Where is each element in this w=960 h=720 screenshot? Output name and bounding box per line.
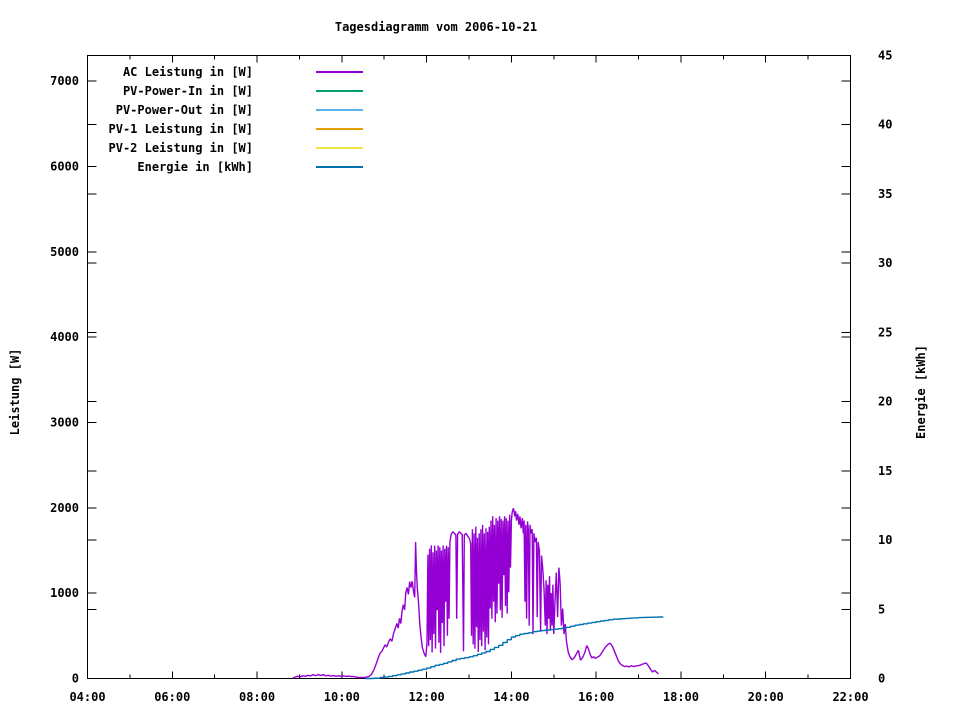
legend-item-label: PV-2 Leistung in [W] xyxy=(108,140,254,155)
legend-item: AC Leistung in [W] xyxy=(87,62,363,81)
legend-item: Energie in [kWh] xyxy=(87,157,363,176)
x-tick-label: 10:00 xyxy=(324,690,360,704)
y1-tick-label: 0 xyxy=(72,672,79,686)
y1-tick-label: 5000 xyxy=(50,245,79,259)
legend-line-sample xyxy=(316,108,363,111)
legend-item: PV-1 Leistung in [W] xyxy=(87,119,363,138)
y1-tick-label: 7000 xyxy=(50,74,79,88)
legend-item: PV-Power-Out in [W] xyxy=(87,100,363,119)
y2-tick-label: 30 xyxy=(878,256,892,270)
y1-tick-label: 6000 xyxy=(50,159,79,173)
series-ac-leistung xyxy=(292,507,659,679)
legend: AC Leistung in [W] PV-Power-In in [W] PV-P… xyxy=(87,62,363,176)
y1-tick-label: 1000 xyxy=(50,586,79,600)
y2-tick-label: 25 xyxy=(878,325,892,339)
y1-tick-label: 2000 xyxy=(50,501,79,515)
x-tick-label: 14:00 xyxy=(493,690,529,704)
y1-tick-label: 4000 xyxy=(50,330,79,344)
y2-tick-label: 35 xyxy=(878,187,892,201)
x-tick-label: 04:00 xyxy=(69,690,105,704)
x-tick-label: 06:00 xyxy=(154,690,190,704)
y2-tick-label: 10 xyxy=(878,533,892,547)
x-tick-label: 18:00 xyxy=(663,690,699,704)
series-energie xyxy=(365,616,664,680)
legend-item-label: Energie in [kWh] xyxy=(137,159,253,174)
legend-item: PV-2 Leistung in [W] xyxy=(87,138,363,157)
legend-line-sample xyxy=(316,127,363,130)
x-tick-label: 16:00 xyxy=(578,690,614,704)
y2-tick-label: 45 xyxy=(878,49,892,63)
y2-tick-label: 20 xyxy=(878,395,892,409)
y2-tick-label: 0 xyxy=(878,672,885,686)
legend-line-sample xyxy=(316,89,363,92)
legend-line-sample xyxy=(316,165,363,168)
legend-item-label: PV-Power-Out in [W] xyxy=(115,102,253,117)
y2-tick-label: 40 xyxy=(878,118,892,132)
x-tick-label: 20:00 xyxy=(748,690,784,704)
legend-item-label: PV-Power-In in [W] xyxy=(122,83,253,98)
legend-item: PV-Power-In in [W] xyxy=(87,81,363,100)
x-tick-label: 08:00 xyxy=(239,690,275,704)
legend-line-sample xyxy=(316,146,363,149)
legend-item-label: PV-1 Leistung in [W] xyxy=(108,121,254,136)
chart-canvas: Tagesdiagramm vom 2006-10-21 Leistung [W… xyxy=(0,0,960,720)
y2-tick-label: 15 xyxy=(878,464,892,478)
legend-line-sample xyxy=(316,70,363,73)
legend-item-label: AC Leistung in [W] xyxy=(122,64,253,79)
x-tick-label: 22:00 xyxy=(832,690,868,704)
x-tick-label: 12:00 xyxy=(409,690,445,704)
y1-tick-label: 3000 xyxy=(50,415,79,429)
y2-tick-label: 5 xyxy=(878,602,885,616)
